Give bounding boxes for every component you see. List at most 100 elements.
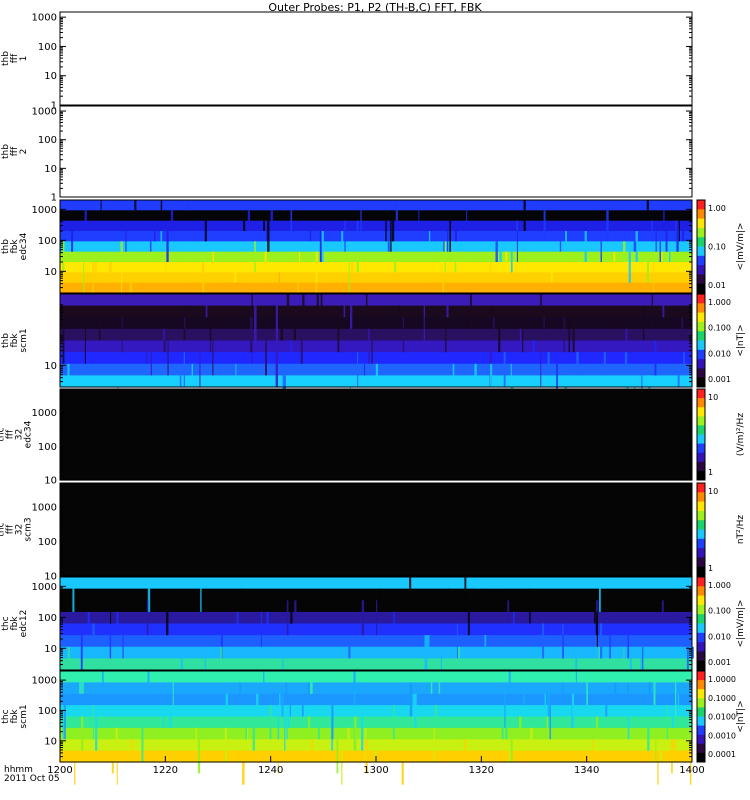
spectrogram-stripe bbox=[443, 241, 445, 252]
spectrogram-stripe bbox=[433, 727, 435, 762]
spectrogram-stripe bbox=[665, 231, 668, 252]
spectrogram-stripe bbox=[311, 671, 313, 694]
spectrogram-stripe bbox=[278, 272, 280, 283]
colorbar-tick-label: 10 bbox=[708, 393, 718, 402]
spectrogram-stripe bbox=[446, 294, 449, 318]
spectrogram-stripe bbox=[134, 200, 137, 211]
spectrogram-stripe bbox=[575, 671, 577, 683]
spectrogram-stripe bbox=[672, 716, 674, 728]
spectrogram-stripe bbox=[501, 727, 504, 740]
spectrogram-stripe bbox=[169, 716, 172, 728]
y-tick-label: 10 bbox=[44, 476, 57, 487]
spectrogram-stripe bbox=[547, 352, 550, 376]
spectrogram-stripe bbox=[184, 317, 186, 329]
spectrogram-stripe bbox=[596, 611, 598, 647]
spectrogram-stripe bbox=[191, 363, 193, 376]
spectrogram-stripe bbox=[81, 716, 84, 751]
colorbar-segment bbox=[697, 501, 705, 512]
spectrogram-stripe bbox=[247, 294, 249, 306]
y-tick-label: 1000 bbox=[32, 582, 57, 593]
spectrogram-stripe bbox=[154, 231, 156, 242]
colorbar-segment bbox=[697, 255, 705, 266]
spectrogram-stripe bbox=[163, 328, 165, 341]
y-tick-label: 10 bbox=[44, 736, 57, 747]
spectrogram-stripe bbox=[398, 305, 401, 329]
spectrogram-stripe bbox=[655, 739, 657, 763]
spectrogram-stripe bbox=[100, 200, 102, 211]
spectrogram-stripe bbox=[544, 693, 546, 706]
spectrogram-stripe bbox=[507, 671, 509, 683]
spectrogram-stripe bbox=[577, 600, 580, 612]
spectrogram-stripe bbox=[401, 750, 404, 785]
colorbar-tick-label: 1.000 bbox=[708, 298, 731, 307]
spectrogram-stripe bbox=[676, 231, 679, 252]
colorbar-tick-label: 1 bbox=[708, 564, 713, 573]
y-axis-label-line: scm1 bbox=[19, 328, 29, 352]
spectrogram-stripe bbox=[516, 231, 518, 262]
spectrogram-stripe bbox=[121, 317, 123, 353]
spectrogram-stripe bbox=[681, 588, 684, 612]
spectrogram-stripe bbox=[540, 294, 542, 306]
spectrogram-stripe bbox=[677, 375, 680, 387]
spectrogram-stripe bbox=[425, 635, 428, 670]
spectrogram-stripe bbox=[669, 251, 671, 262]
spectrogram-stripe bbox=[286, 716, 288, 740]
colorbar-segment bbox=[697, 492, 705, 503]
colorbar-tick-label: 1.0000 bbox=[708, 675, 736, 684]
spectrogram-stripe bbox=[87, 611, 90, 624]
spectrogram-stripe bbox=[565, 231, 567, 252]
colorbar-segment bbox=[697, 483, 705, 493]
spectrogram-stripe bbox=[641, 646, 644, 671]
spectrogram-stripe bbox=[109, 262, 111, 283]
spectrogram-stripe bbox=[657, 750, 659, 785]
spectrogram-stripe bbox=[596, 600, 599, 612]
spectrogram-stripe bbox=[331, 705, 334, 740]
colorbar-segment bbox=[697, 577, 705, 587]
colorbar-label: nT²/Hz bbox=[736, 515, 746, 545]
spectrogram-stripe bbox=[411, 294, 414, 306]
colorbar-segment bbox=[697, 604, 705, 615]
colorbar-segment bbox=[697, 725, 705, 736]
spectrogram-stripe bbox=[348, 646, 351, 659]
spectrogram-stripe bbox=[256, 693, 259, 717]
y-axis-label-line: edc34 bbox=[24, 420, 34, 448]
spectrogram-stripe bbox=[353, 671, 356, 706]
spectrogram-stripe bbox=[363, 363, 366, 376]
spectrogram-stripe bbox=[442, 282, 445, 293]
spectrogram-stripe bbox=[599, 577, 601, 612]
spectrogram-stripe bbox=[204, 658, 206, 670]
colorbar-label: <|nT|> bbox=[736, 700, 746, 732]
y-tick-label: 1000 bbox=[32, 205, 57, 216]
spectrogram-band bbox=[60, 646, 692, 659]
colorbar-segment bbox=[697, 321, 705, 332]
spectrogram-stripe bbox=[285, 682, 288, 694]
spectrogram-stripe bbox=[633, 241, 637, 252]
spectrogram-stripe bbox=[79, 682, 82, 694]
spectrogram-stripe bbox=[273, 305, 275, 329]
spectrogram-stripe bbox=[316, 294, 319, 318]
y-axis-label-line: 1 bbox=[19, 56, 29, 62]
spectrogram-stripe bbox=[204, 220, 207, 242]
spectrogram-stripe bbox=[655, 231, 657, 252]
spectrogram-stripe bbox=[356, 262, 359, 273]
spectrogram-stripe bbox=[572, 317, 575, 353]
spectrogram-stripe bbox=[308, 716, 310, 728]
spectrogram-band bbox=[60, 317, 692, 330]
spectrogram-stripe bbox=[678, 220, 680, 242]
spectrogram-stripe bbox=[167, 340, 169, 376]
spectrogram-stripe bbox=[165, 262, 167, 273]
spectrogram-stripe bbox=[163, 340, 166, 353]
spectrogram-stripe bbox=[170, 210, 174, 231]
spectrogram-stripe bbox=[653, 671, 656, 706]
x-tick-label: 1400 bbox=[679, 765, 704, 776]
y-axis-label: thb fff 1 bbox=[1, 51, 29, 66]
spectrogram-stripe bbox=[523, 693, 526, 706]
y-axis-label: thc fff 32 scm3 bbox=[0, 517, 34, 541]
spectrogram-band bbox=[60, 588, 692, 601]
spectrogram-stripe bbox=[149, 241, 152, 252]
spectrogram-stripe bbox=[654, 340, 657, 376]
spectrogram-stripe bbox=[290, 210, 293, 231]
spectrogram-stripe bbox=[247, 727, 249, 751]
colorbar-label: <|mV/m|> bbox=[736, 600, 746, 648]
spectrogram-stripe bbox=[336, 739, 339, 774]
